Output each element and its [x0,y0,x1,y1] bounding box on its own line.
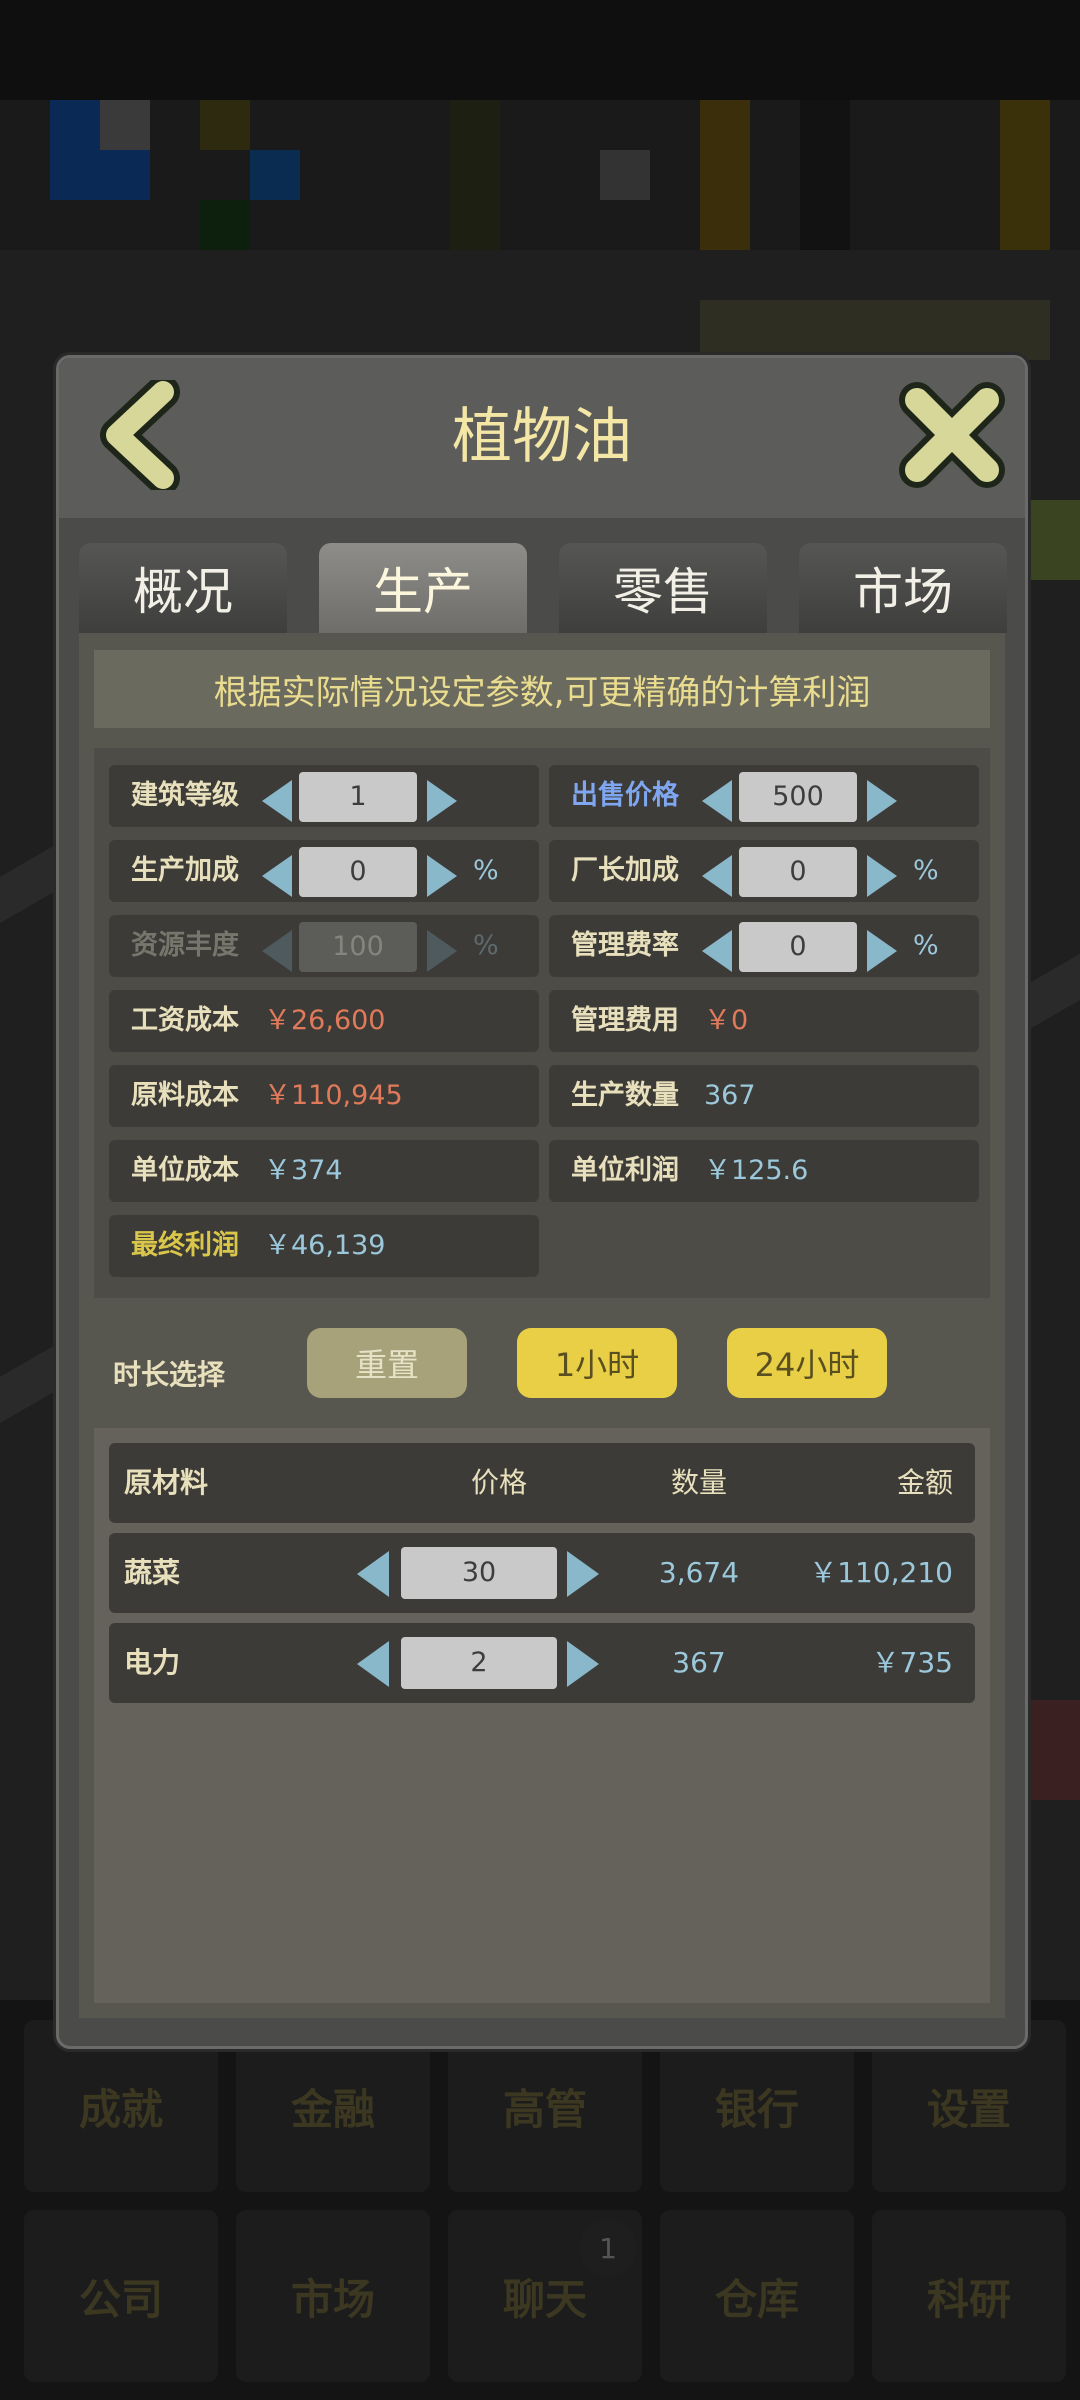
param-label: 出售价格 [571,780,679,811]
tab-content: 根据实际情况设定参数,可更精确的计算利润 建筑等级 1 出售价格 500 生产加… [79,633,1005,2018]
param-unit-profit: 单位利润 ￥125.6 [549,1140,979,1202]
bottom-menu: 成就 金融 高管 银行 设置 公司 市场 聊天 仓库 科研 [0,2000,1080,2400]
param-final-profit: 最终利润 ￥46,139 [109,1215,539,1277]
param-label: 厂长加成 [571,855,679,886]
production-dialog: 植物油 概况 生产 零售 市场 根据实际情况设定参数,可更精确的计算利润 建筑等… [56,355,1028,2049]
one-hour-button[interactable]: 1小时 [517,1328,677,1398]
material-cost-value: ￥110,945 [264,1080,403,1111]
close-icon[interactable] [897,380,1007,490]
material-name: 电力 [124,1646,181,1679]
param-label: 管理费率 [571,930,679,961]
param-label: 原料成本 [131,1080,239,1111]
management-fee-value: ￥0 [704,1005,749,1036]
parameters-panel: 建筑等级 1 出售价格 500 生产加成 0 % 厂长加成 0 % 资源丰度 1… [94,748,990,1298]
param-label: 管理费用 [571,1005,679,1036]
param-label: 单位成本 [131,1155,239,1186]
building-level-input[interactable]: 1 [299,772,417,822]
param-material-cost: 原料成本 ￥110,945 [109,1065,539,1127]
percent-unit: % [473,855,499,886]
menu-company[interactable]: 公司 [24,2210,218,2382]
param-building-level: 建筑等级 1 [109,765,539,827]
info-text: 根据实际情况设定参数,可更精确的计算利润 [94,650,990,728]
table-row: 蔬菜 30 3,674 ￥110,210 [109,1533,975,1613]
param-management-fee: 管理费用 ￥0 [549,990,979,1052]
triangle-right-icon [427,930,457,972]
material-name: 蔬菜 [124,1556,181,1589]
param-management-rate: 管理费率 0 % [549,915,979,977]
production-qty-value: 367 [704,1080,756,1111]
param-manager-bonus: 厂长加成 0 % [549,840,979,902]
sell-price-input[interactable]: 500 [739,772,857,822]
duration-label: 时长选择 [113,1358,226,1391]
table-header: 原材料 价格 数量 金额 [109,1443,975,1523]
table-row: 电力 2 367 ￥735 [109,1623,975,1703]
header-price: 价格 [470,1466,527,1499]
triangle-right-icon[interactable] [867,855,897,897]
header-material: 原材料 [124,1466,209,1499]
dialog-title: 植物油 [452,402,632,472]
param-label: 单位利润 [571,1155,679,1186]
param-production-bonus: 生产加成 0 % [109,840,539,902]
tab-market[interactable]: 市场 [799,543,1007,633]
triangle-left-icon[interactable] [262,780,292,822]
param-wage-cost: 工资成本 ￥26,600 [109,990,539,1052]
tab-production[interactable]: 生产 [319,543,527,633]
param-unit-cost: 单位成本 ￥374 [109,1140,539,1202]
triangle-left-icon [262,930,292,972]
reset-button[interactable]: 重置 [307,1328,467,1398]
param-label: 工资成本 [131,1005,239,1036]
triangle-left-icon[interactable] [702,780,732,822]
triangle-right-icon[interactable] [867,930,897,972]
percent-unit: % [913,855,939,886]
triangle-left-icon[interactable] [702,930,732,972]
twentyfour-hours-button[interactable]: 24小时 [727,1328,887,1398]
menu-market[interactable]: 市场 [236,2210,430,2382]
triangle-right-icon[interactable] [427,855,457,897]
param-resource-richness: 资源丰度 100 % [109,915,539,977]
management-rate-input[interactable]: 0 [739,922,857,972]
param-label: 建筑等级 [131,780,239,811]
production-bonus-input[interactable]: 0 [299,847,417,897]
tab-overview[interactable]: 概况 [79,543,287,633]
triangle-right-icon[interactable] [567,1641,599,1687]
tab-retail[interactable]: 零售 [559,543,767,633]
percent-unit: % [473,930,499,961]
header-qty: 数量 [670,1466,727,1499]
material-price-input[interactable]: 30 [401,1547,557,1599]
param-label: 最终利润 [131,1230,239,1261]
wage-cost-value: ￥26,600 [264,1005,386,1036]
material-amount: ￥735 [871,1646,953,1679]
param-label: 生产数量 [571,1080,679,1111]
chat-badge: 1 [580,2220,636,2276]
menu-warehouse[interactable]: 仓库 [660,2210,854,2382]
triangle-left-icon[interactable] [357,1641,389,1687]
material-price-input[interactable]: 2 [401,1637,557,1689]
triangle-left-icon[interactable] [262,855,292,897]
status-bar-area [0,0,1080,100]
header-amount: 金额 [896,1466,953,1499]
tab-bar: 概况 生产 零售 市场 [79,543,1007,633]
triangle-right-icon[interactable] [567,1551,599,1597]
triangle-left-icon[interactable] [702,855,732,897]
material-qty: 3,674 [658,1556,740,1589]
param-label: 生产加成 [131,855,239,886]
materials-table: 原材料 价格 数量 金额 蔬菜 30 3,674 ￥110,210 电力 2 3… [94,1428,990,2003]
percent-unit: % [913,930,939,961]
param-production-qty: 生产数量 367 [549,1065,979,1127]
triangle-right-icon[interactable] [427,780,457,822]
manager-bonus-input[interactable]: 0 [739,847,857,897]
triangle-right-icon[interactable] [867,780,897,822]
material-qty: 367 [672,1646,726,1679]
unit-cost-value: ￥374 [264,1155,343,1186]
param-sell-price: 出售价格 500 [549,765,979,827]
final-profit-value: ￥46,139 [264,1230,386,1261]
resource-richness-input: 100 [299,922,417,972]
menu-research[interactable]: 科研 [872,2210,1066,2382]
dialog-header: 植物油 [59,358,1025,518]
material-amount: ￥110,210 [809,1556,953,1589]
unit-profit-value: ￥125.6 [704,1155,809,1186]
triangle-left-icon[interactable] [357,1551,389,1597]
param-label: 资源丰度 [131,930,239,961]
